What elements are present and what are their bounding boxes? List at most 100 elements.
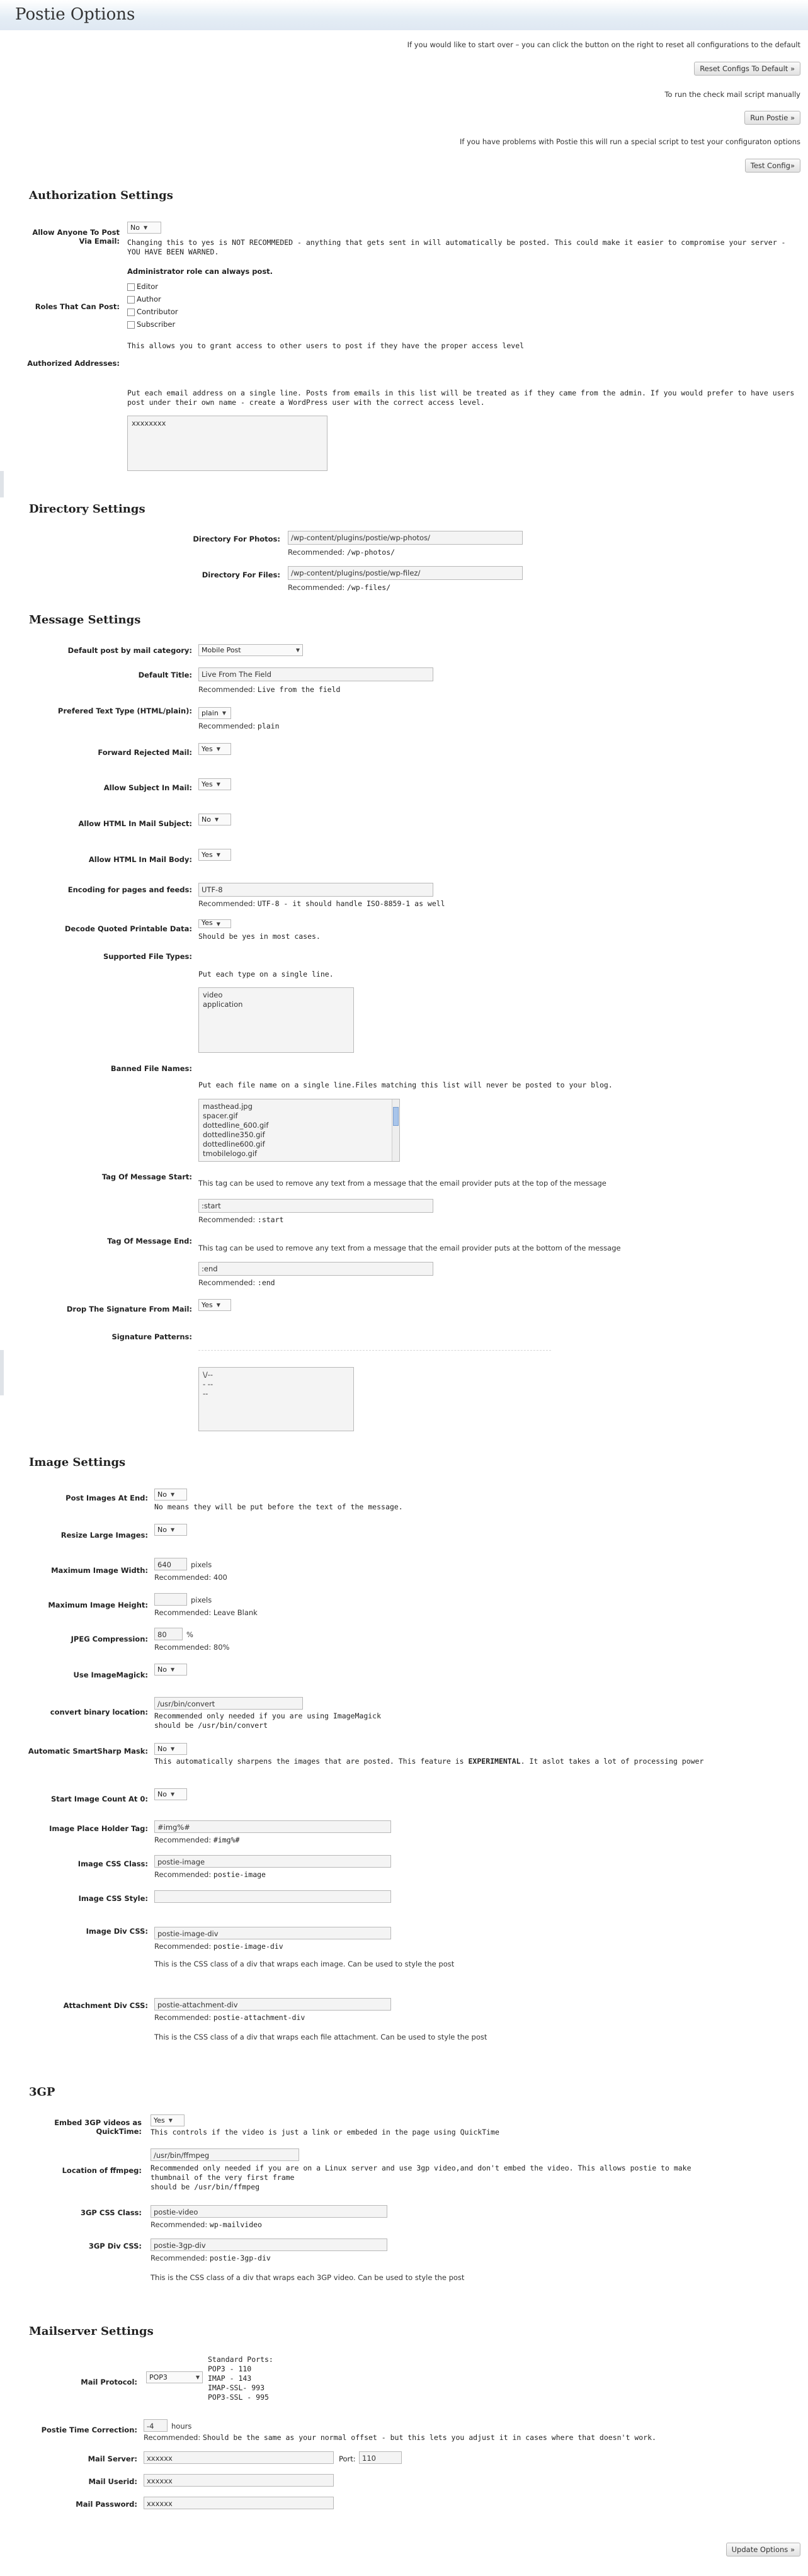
chevron-down-icon: ▼: [170, 1791, 175, 1797]
files-input[interactable]: /wp-content/plugins/postie/wp-filez/: [288, 566, 523, 580]
role-subscriber[interactable]: Subscriber: [127, 318, 178, 331]
password-input[interactable]: xxxxxx: [144, 2497, 334, 2509]
banned-line: masthead.jpg: [203, 1102, 253, 1111]
tagstart-input[interactable]: :start: [198, 1199, 433, 1213]
divcss-input[interactable]: postie-image-div: [154, 1927, 391, 1939]
page-title: Postie Options: [15, 5, 135, 24]
resize-select[interactable]: No ▼: [154, 1524, 187, 1536]
tz-unit: hours: [171, 2422, 192, 2431]
banned-line: dottedline_600.gif: [203, 1121, 269, 1130]
divider: [0, 471, 4, 497]
rec-prefix: Recommended:: [154, 1870, 212, 1879]
protocol-label: Mail Protocol:: [81, 2378, 137, 2386]
subject-select[interactable]: Yes ▼: [198, 778, 231, 790]
photos-input[interactable]: /wp-content/plugins/postie/wp-photos/: [288, 531, 523, 545]
cssstyle-input[interactable]: [154, 1890, 391, 1903]
test-config-button[interactable]: Test Config»: [744, 159, 800, 173]
scrollbar-thumb[interactable]: [393, 1107, 399, 1126]
gpdiv-input[interactable]: postie-3gp-div: [151, 2238, 387, 2251]
tz-label: Postie Time Correction:: [41, 2426, 137, 2434]
banned-help: Put each file name on a single line.File…: [198, 1081, 613, 1089]
author-checkbox[interactable]: [127, 295, 135, 304]
reset-configs-button[interactable]: Reset Configs To Default »: [694, 62, 800, 76]
tz-input[interactable]: -4: [144, 2419, 168, 2432]
jpeg-input[interactable]: 80: [154, 1628, 183, 1640]
port-input[interactable]: 110: [359, 2451, 402, 2464]
addresses-textarea[interactable]: xxxxxxxx: [127, 416, 327, 471]
update-options-button[interactable]: Update Options »: [725, 2543, 800, 2556]
texttype-select[interactable]: plain ▼: [198, 707, 231, 719]
placeholder-label: Image Place Holder Tag:: [49, 1824, 148, 1833]
convert-input[interactable]: /usr/bin/convert: [154, 1697, 303, 1710]
rec-value: postie-3gp-div: [209, 2254, 271, 2262]
decode-value: Yes: [202, 919, 213, 927]
cssclass-input[interactable]: postie-image: [154, 1855, 391, 1868]
cssclass-rec: Recommended: postie-image: [154, 1870, 266, 1879]
encoding-input[interactable]: UTF-8: [198, 883, 433, 897]
protocol-select[interactable]: POP3 ▼: [146, 2371, 203, 2383]
smartsharp-select[interactable]: No ▼: [154, 1743, 187, 1755]
maxw-input[interactable]: 640: [154, 1558, 187, 1570]
ffmpeg-label: Location of ffmpeg:: [62, 2166, 142, 2175]
smartsharp-label: Automatic SmartSharp Mask:: [28, 1747, 148, 1756]
atend-help: No means they will be put before the tex…: [154, 1502, 403, 1511]
magick-select[interactable]: No ▼: [154, 1664, 187, 1676]
run-text: To run the check mail script manually: [664, 90, 800, 99]
test-text: If you have problems with Postie this wi…: [459, 137, 800, 146]
tz-rec: Recommended: Should be the same as your …: [144, 2433, 656, 2442]
tagstart-label: Tag Of Message Start:: [101, 1172, 192, 1181]
rec-value: Live from the field: [257, 685, 341, 694]
texttype-value: plain: [202, 709, 219, 717]
subscriber-checkbox[interactable]: [127, 321, 135, 329]
sigpatterns-help-clipped: [198, 1350, 551, 1355]
editor-checkbox[interactable]: [127, 283, 135, 291]
startcount-select[interactable]: No ▼: [154, 1788, 187, 1800]
atend-select[interactable]: No ▼: [154, 1489, 187, 1501]
rec-value: /wp-files/: [346, 583, 391, 592]
role-label: Editor: [137, 282, 159, 291]
contributor-checkbox[interactable]: [127, 308, 135, 316]
banned-line: dottedline350.gif: [203, 1130, 265, 1139]
placeholder-input[interactable]: #img%#: [154, 1820, 391, 1833]
htmlbody-label: Allow HTML In Mail Body:: [88, 855, 192, 864]
role-contributor[interactable]: Contributor: [127, 305, 178, 318]
decode-select[interactable]: Yes ▼: [198, 919, 231, 928]
rec-value: :end: [257, 1278, 275, 1287]
rec-prefix: Recommended:: [151, 2254, 208, 2262]
userid-input[interactable]: xxxxxx: [144, 2474, 334, 2487]
category-select[interactable]: Mobile Post ▼: [198, 644, 303, 656]
gpcss-input[interactable]: postie-video: [151, 2205, 387, 2218]
tagend-help: This tag can be used to remove any text …: [198, 1244, 621, 1252]
dropsig-select[interactable]: Yes ▼: [198, 1299, 231, 1311]
sigpattern-line: \/--: [203, 1370, 213, 1379]
role-author[interactable]: Author: [127, 293, 178, 305]
mail-heading: Mailserver Settings: [29, 2325, 154, 2338]
filetype-line: application: [203, 1000, 243, 1009]
allow-anyone-select[interactable]: No ▼: [127, 222, 161, 234]
sigpatterns-textarea[interactable]: \/-- - -- --: [198, 1367, 354, 1431]
role-editor[interactable]: Editor: [127, 280, 178, 293]
jpeg-unit: %: [186, 1630, 193, 1639]
run-postie-button[interactable]: Run Postie »: [744, 111, 800, 125]
htmlsubject-select[interactable]: No ▼: [198, 814, 231, 826]
rec-value: 80%: [213, 1643, 230, 1652]
rec-prefix: Recommended:: [288, 548, 345, 557]
gpdiv-help: This is the CSS class of a div that wrap…: [151, 2273, 465, 2282]
img-heading: Image Settings: [29, 1456, 126, 1469]
filetypes-label: Supported File Types:: [103, 952, 192, 961]
attdiv-input[interactable]: postie-attachment-div: [154, 1998, 391, 2011]
banned-scrollbar[interactable]: [392, 1099, 399, 1161]
maxh-input[interactable]: [154, 1593, 187, 1606]
server-input[interactable]: xxxxxx: [144, 2451, 334, 2464]
embed-select[interactable]: Yes ▼: [151, 2114, 185, 2126]
title-input[interactable]: Live From The Field: [198, 667, 433, 681]
ffmpeg-input[interactable]: /usr/bin/ffmpeg: [151, 2148, 299, 2161]
htmlsubject-value: No: [202, 815, 211, 824]
filetypes-textarea[interactable]: video application: [198, 987, 354, 1053]
smartsharp-help: This automatically sharpens the images t…: [154, 1757, 759, 1766]
divcss-help: This is the CSS class of a div that wrap…: [154, 1960, 455, 1968]
tagend-input[interactable]: :end: [198, 1262, 433, 1276]
htmlbody-select[interactable]: Yes ▼: [198, 849, 231, 861]
banned-textarea[interactable]: masthead.jpg spacer.gif dottedline_600.g…: [198, 1099, 400, 1162]
forward-select[interactable]: Yes ▼: [198, 743, 231, 755]
